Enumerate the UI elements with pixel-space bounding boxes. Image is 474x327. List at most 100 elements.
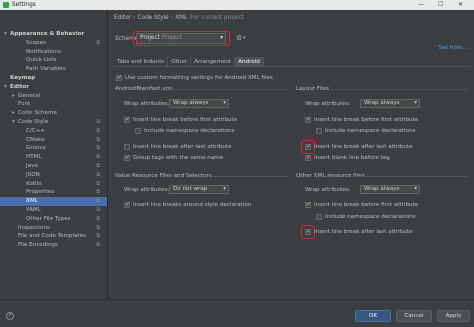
breadcrumb-editor: Editor <box>114 15 132 21</box>
sidebar-item-file-encodings[interactable]: File Encodings ⧉ <box>0 241 107 250</box>
tab-other[interactable]: Other <box>168 57 192 66</box>
sidebar-item-groovy[interactable]: Groovy ⧉ <box>0 144 107 153</box>
cancel-button[interactable]: Cancel <box>396 310 432 322</box>
apply-button[interactable]: Apply <box>437 310 470 322</box>
highlight-box <box>133 31 230 46</box>
sidebar-item-c-c-[interactable]: C/C++ ⧉ <box>0 127 107 136</box>
use-custom-label: Use custom formatting settings for Andro… <box>125 75 273 81</box>
values-wrap-label: Wrap attributes: <box>124 187 170 193</box>
close-button[interactable]: ✕ <box>458 1 463 8</box>
gear-icon[interactable]: ⚙ <box>236 34 242 42</box>
sidebar-item-color-scheme[interactable]: ▸ Color Scheme <box>0 109 107 118</box>
tab-android[interactable]: Android <box>235 57 264 66</box>
manifest-group-tags-checkbox[interactable] <box>124 154 130 161</box>
sidebar-item-label: Code Style <box>18 119 49 125</box>
manifest-wrap-label: Wrap attributes: <box>124 101 170 107</box>
sidebar-item-editor[interactable]: ▾ Editor <box>0 83 107 92</box>
tab-tabs-and-indents[interactable]: Tabs and Indents <box>114 57 169 66</box>
manifest-include-ns-checkbox[interactable] <box>135 128 141 134</box>
sidebar-item-label: Font <box>18 101 31 108</box>
sidebar-item-path-variables[interactable]: Path Variables <box>0 65 107 74</box>
copy-settings-icon: ⧉ <box>96 215 100 222</box>
manifest-wrap-select[interactable]: Wrap always ▾ <box>169 99 229 108</box>
layout-include-ns-checkbox[interactable] <box>316 128 322 134</box>
sidebar-item-label: C/C++ <box>26 127 46 134</box>
tab-bar: Tabs and Indents Other Arrangement Andro… <box>114 57 470 67</box>
sidebar-item-notifications[interactable]: Notifications <box>0 48 107 57</box>
sidebar-item-label: Color Scheme <box>18 110 57 117</box>
sidebar-item-other-file-types[interactable]: Other File Types ⧉ <box>0 215 107 224</box>
sidebar-item-java[interactable]: Java ⧉ <box>0 162 107 171</box>
other-wrap-value: Wrap always <box>364 186 400 192</box>
values-section-title: Value Resource Files and Selectors <box>115 173 212 179</box>
manifest-before-first-checkbox[interactable] <box>124 116 130 123</box>
sidebar-item-keymap[interactable]: Keymap <box>0 74 107 83</box>
sidebar-item-label: Path Variables <box>26 66 66 73</box>
sidebar-item-label: Notifications <box>26 48 62 55</box>
sidebar-item-label: XML <box>26 198 38 205</box>
copy-settings-icon: ⧉ <box>96 154 100 161</box>
sidebar-item-label: File and Code Templates <box>18 233 86 240</box>
copy-settings-icon: ⧉ <box>96 189 100 196</box>
sidebar-item-label: Quick Lists <box>26 57 57 64</box>
app-icon <box>3 2 9 8</box>
sidebar-item-xml[interactable]: XML ⧉ <box>0 197 107 206</box>
sidebar-item-appearance-behavior[interactable]: ▾ Appearance & Behavior <box>0 30 107 39</box>
values-wrap-select[interactable]: Do not wrap ▾ <box>169 185 229 194</box>
copy-settings-icon: ⧉ <box>96 180 100 187</box>
section-divider <box>331 89 468 90</box>
help-icon[interactable]: ? <box>6 312 14 320</box>
layout-before-first-checkbox[interactable] <box>305 116 311 123</box>
sidebar-item-json[interactable]: JSON ⧉ <box>0 171 107 180</box>
use-custom-checkbox[interactable] <box>116 74 122 81</box>
sidebar-item-quick-lists[interactable]: Quick Lists <box>0 56 107 65</box>
sidebar-item-font[interactable]: Font <box>0 100 107 109</box>
minimize-button[interactable]: — <box>418 1 424 8</box>
copy-settings-icon: ⧉ <box>96 145 100 152</box>
chevron-right-icon: › <box>170 15 174 21</box>
set-from-link[interactable]: Set from... <box>439 45 468 51</box>
layout-blank-line-checkbox[interactable] <box>305 154 311 161</box>
sidebar-item-yaml[interactable]: YAML ⧉ <box>0 206 107 215</box>
sidebar-item-inspections[interactable]: Inspections ⧉ <box>0 224 107 233</box>
other-include-ns-checkbox[interactable] <box>316 214 322 220</box>
sidebar-item-general[interactable]: ▸ General <box>0 92 107 101</box>
sidebar-item-label: Appearance & Behavior <box>10 31 85 37</box>
highlight-box <box>301 225 315 239</box>
sidebar-item-cmake[interactable]: CMake ⧉ <box>0 136 107 145</box>
other-before-first-label: Insert line break before first attribute <box>314 202 419 208</box>
sidebar-item-scopes[interactable]: Scopes ⧉ <box>0 39 107 48</box>
ok-button[interactable]: OK <box>355 310 391 322</box>
manifest-after-last-checkbox[interactable] <box>124 144 130 150</box>
maximize-button[interactable]: ☐ <box>438 1 443 8</box>
section-divider <box>171 89 289 90</box>
sidebar-item-label: JSON <box>26 171 40 178</box>
sidebar-item-html[interactable]: HTML ⧉ <box>0 153 107 162</box>
manifest-include-ns-label: Include namespace declarations <box>144 128 235 134</box>
copy-settings-icon: ⧉ <box>96 233 100 240</box>
sidebar-item-code-style[interactable]: ▾ Code Style ⧉ <box>0 118 107 127</box>
sidebar-item-label: Keymap <box>10 75 36 81</box>
breadcrumb-code-style: Code Style <box>137 15 169 21</box>
other-after-last-label: Insert line break after last attribute <box>314 229 413 235</box>
tab-arrangement[interactable]: Arrangement <box>191 57 236 66</box>
sidebar-item-label: HTML <box>26 154 42 161</box>
project-scope-note: For current project <box>190 15 245 21</box>
layout-wrap-select[interactable]: Wrap always ▾ <box>360 99 420 108</box>
other-before-first-checkbox[interactable] <box>305 201 311 208</box>
values-around-style-checkbox[interactable] <box>124 201 130 208</box>
copy-settings-icon: ⧉ <box>96 224 100 231</box>
manifest-wrap-value: Wrap always <box>173 100 209 106</box>
sidebar-item-kotlin[interactable]: Kotlin ⧉ <box>0 180 107 189</box>
other-wrap-select[interactable]: Wrap always ▾ <box>360 185 420 194</box>
copy-settings-icon: ⧉ <box>96 119 100 125</box>
chevron-down-icon: ▾ <box>243 35 246 41</box>
chevron-down-icon: ▾ <box>414 186 417 192</box>
sidebar-item-properties[interactable]: Properties ⧉ <box>0 188 107 197</box>
breadcrumb: Editor › Code Style › XML For current project <box>114 15 244 21</box>
sidebar-item-label: General <box>18 92 41 99</box>
values-around-style-label: Insert line breaks around style declarat… <box>133 202 252 208</box>
highlight-box <box>301 140 315 154</box>
sidebar-item-file-and-code-templates[interactable]: File and Code Templates ⧉ <box>0 232 107 241</box>
layout-wrap-label: Wrap attributes: <box>305 101 351 107</box>
